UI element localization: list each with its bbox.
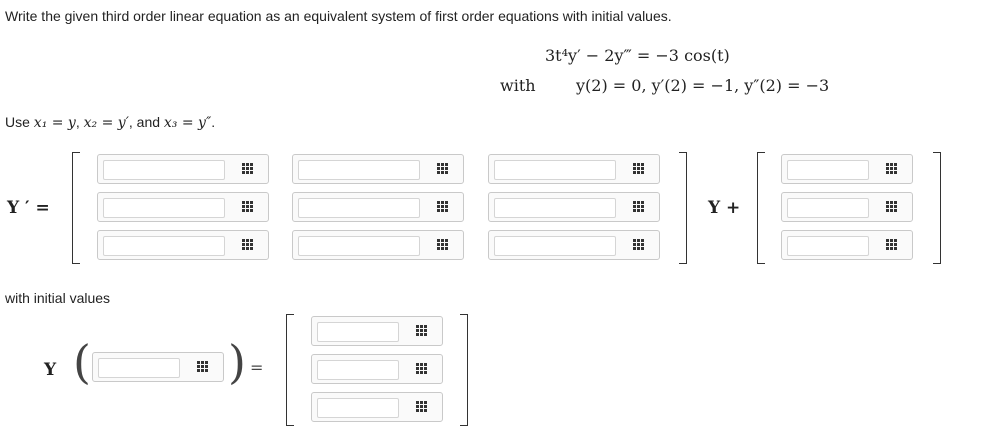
x3-definition: x₃ = y″ — [163, 115, 212, 131]
matrix-r2c1-cell — [97, 192, 269, 222]
math-keypad-icon[interactable] — [886, 163, 898, 175]
matrix-r1c1-input[interactable] — [103, 160, 225, 180]
matrix-r2c3-cell — [488, 192, 660, 222]
matrix-r1c1-cell — [97, 154, 269, 184]
equals-sign: = — [250, 358, 264, 377]
and-text: , and — [128, 114, 164, 130]
y-plus-label: Y + — [708, 198, 741, 218]
initial-vector-r3-cell — [311, 392, 443, 422]
matrix-r3c3-input[interactable] — [494, 236, 616, 256]
matrix-r2c2-cell — [292, 192, 464, 222]
initial-vector-right-bracket — [460, 314, 468, 426]
y-prime-equals-label: Y ′ = — [7, 198, 50, 218]
vector-left-bracket — [757, 152, 765, 264]
initial-vector-r3-input[interactable] — [317, 398, 399, 418]
matrix-r1c2-cell — [292, 154, 464, 184]
initial-vector-r1-cell — [311, 316, 443, 346]
period: . — [211, 114, 216, 130]
vector-r1-cell — [781, 154, 913, 184]
matrix-right-bracket — [679, 152, 687, 264]
math-keypad-icon[interactable] — [416, 401, 428, 413]
initial-arg-input[interactable] — [98, 358, 180, 378]
vector-r2-cell — [781, 192, 913, 222]
substitution-line: Use x₁ = y, x₂ = y′, and x₃ = y″. — [5, 114, 215, 131]
math-keypad-icon[interactable] — [416, 325, 428, 337]
matrix-left-bracket — [72, 152, 80, 264]
instruction-text: Write the given third order linear equat… — [5, 8, 672, 24]
matrix-r3c1-cell — [97, 230, 269, 260]
math-keypad-icon[interactable] — [197, 361, 209, 373]
math-keypad-icon[interactable] — [633, 163, 645, 175]
initial-vector-r2-cell — [311, 354, 443, 384]
math-keypad-icon[interactable] — [416, 363, 428, 375]
math-keypad-icon[interactable] — [242, 163, 254, 175]
comma: , — [75, 114, 84, 130]
math-keypad-icon[interactable] — [886, 239, 898, 251]
x2-definition: x₂ = y′ — [83, 115, 129, 131]
math-keypad-icon[interactable] — [633, 239, 645, 251]
matrix-r3c1-input[interactable] — [103, 236, 225, 256]
matrix-r2c2-input[interactable] — [298, 198, 420, 218]
left-paren: ( — [73, 335, 91, 389]
initial-vector-r2-input[interactable] — [317, 360, 399, 380]
matrix-r2c3-input[interactable] — [494, 198, 616, 218]
y-initial-label: Y — [44, 360, 57, 380]
matrix-r3c2-cell — [292, 230, 464, 260]
matrix-r3c2-input[interactable] — [298, 236, 420, 256]
math-keypad-icon[interactable] — [886, 201, 898, 213]
math-keypad-icon[interactable] — [437, 201, 449, 213]
initial-vector-r1-input[interactable] — [317, 322, 399, 342]
initial-values-label: with initial values — [5, 290, 111, 306]
matrix-r1c3-input[interactable] — [494, 160, 616, 180]
math-keypad-icon[interactable] — [242, 201, 254, 213]
math-keypad-icon[interactable] — [437, 163, 449, 175]
use-prefix: Use — [5, 114, 34, 130]
initial-vector-left-bracket — [286, 314, 294, 426]
vector-r2-input[interactable] — [787, 198, 869, 218]
matrix-r2c1-input[interactable] — [103, 198, 225, 218]
with-label: with — [500, 76, 536, 95]
matrix-r1c2-input[interactable] — [298, 160, 420, 180]
math-keypad-icon[interactable] — [437, 239, 449, 251]
matrix-r3c3-cell — [488, 230, 660, 260]
x1-definition: x₁ = y — [33, 115, 76, 131]
initial-arg-cell — [92, 352, 224, 382]
vector-right-bracket — [933, 152, 941, 264]
initial-conditions: y(2) = 0, y′(2) = −1, y″(2) = −3 — [576, 76, 830, 95]
matrix-r1c3-cell — [488, 154, 660, 184]
differential-equation: 3t⁴y′ − 2y‴ = −3 cos(t) — [545, 46, 730, 65]
vector-r3-cell — [781, 230, 913, 260]
vector-r3-input[interactable] — [787, 236, 869, 256]
vector-r1-input[interactable] — [787, 160, 869, 180]
math-keypad-icon[interactable] — [242, 239, 254, 251]
math-keypad-icon[interactable] — [633, 201, 645, 213]
right-paren: ) — [228, 335, 246, 389]
